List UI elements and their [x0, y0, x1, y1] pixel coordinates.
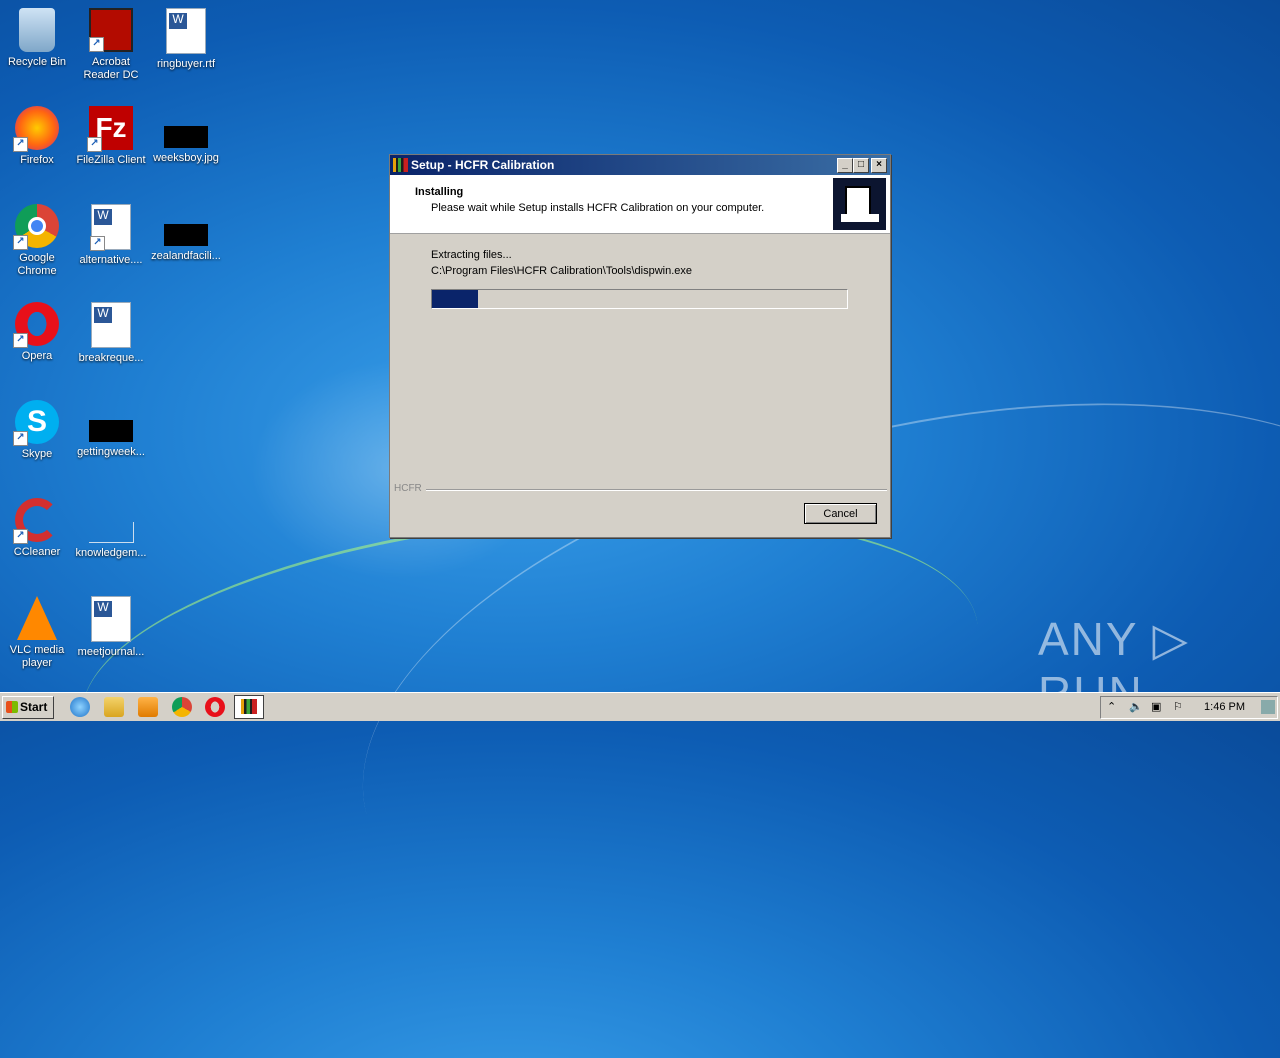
desktop-icon-ccleaner[interactable]: ↗ CCleaner — [0, 498, 74, 559]
status-text: Extracting files... — [431, 249, 512, 261]
desktop-icon-acrobat[interactable]: ↗ Acrobat Reader DC — [74, 8, 148, 82]
desktop-icon-gettingweek[interactable]: gettingweek... — [74, 400, 148, 459]
acrobat-icon: ↗ — [89, 8, 133, 52]
desktop-icon-vlc[interactable]: VLC media player — [0, 596, 74, 670]
network-icon[interactable]: ▣ — [1151, 700, 1161, 713]
dialog-title: Setup - HCFR Calibration — [411, 158, 555, 172]
show-desktop-icon[interactable] — [1261, 700, 1275, 714]
recycle-bin-icon — [19, 8, 55, 52]
skype-icon: S ↗ — [13, 400, 59, 446]
desktop-icon-filezilla[interactable]: Fz ↗ FileZilla Client — [74, 106, 148, 167]
installer-computer-icon — [833, 178, 886, 230]
desktop-icon-ringbuyer[interactable]: W ringbuyer.rtf — [149, 8, 223, 71]
word-doc-icon: W — [91, 596, 131, 642]
windows-logo-icon — [6, 701, 18, 713]
opera-icon: ↗ — [13, 302, 59, 348]
image-file-icon — [164, 224, 208, 246]
opera-taskbar-icon[interactable] — [205, 697, 225, 717]
system-tray: ⌃ 🔈 ▣ ⚐ 1:46 PM — [1100, 696, 1278, 719]
desktop-icon-opera[interactable]: ↗ Opera — [0, 302, 74, 363]
media-player-icon[interactable] — [138, 697, 158, 717]
desktop-icon-weeksboy[interactable]: weeksboy.jpg — [149, 106, 223, 165]
desktop-icon-alternative[interactable]: W ↗ alternative.... — [74, 204, 148, 267]
desktop-icon-firefox[interactable]: ↗ Firefox — [0, 106, 74, 167]
minimize-button[interactable]: _ — [837, 158, 853, 173]
desktop-icon-skype[interactable]: S ↗ Skype — [0, 400, 74, 461]
taskbar: Start ⌃ 🔈 ▣ ⚐ 1:46 PM — [0, 692, 1280, 721]
word-doc-icon: W — [166, 8, 206, 54]
hcfr-app-icon — [393, 158, 408, 172]
explorer-icon[interactable] — [104, 697, 124, 717]
start-button[interactable]: Start — [2, 696, 54, 719]
chrome-taskbar-icon[interactable] — [172, 697, 192, 717]
dialog-heading: Installing — [415, 186, 464, 198]
internet-explorer-icon[interactable] — [70, 697, 90, 717]
desktop-icon-chrome[interactable]: ↗ Google Chrome — [0, 204, 74, 278]
dialog-subheading: Please wait while Setup installs HCFR Ca… — [431, 202, 765, 214]
file-icon — [88, 522, 134, 543]
filezilla-icon: Fz ↗ — [87, 106, 133, 152]
desktop-icon-recycle-bin[interactable]: Recycle Bin — [0, 8, 74, 69]
dialog-header: Installing Please wait while Setup insta… — [390, 175, 890, 234]
brand-label: HCFR — [394, 483, 422, 494]
close-button[interactable]: × — [871, 158, 887, 173]
image-file-icon — [89, 420, 133, 442]
word-doc-icon: W ↗ — [90, 204, 131, 251]
desktop-icon-zealandfacili[interactable]: zealandfacili... — [149, 204, 223, 263]
hcfr-taskbar-button[interactable] — [234, 695, 264, 719]
start-label: Start — [20, 700, 48, 714]
desktop-icon-meetjournal[interactable]: W meetjournal... — [74, 596, 148, 659]
separator — [426, 489, 887, 491]
cancel-button[interactable]: Cancel — [804, 503, 877, 524]
ccleaner-icon: ↗ — [13, 498, 59, 544]
hcfr-icon — [241, 699, 257, 714]
clock[interactable]: 1:46 PM — [1204, 701, 1245, 713]
maximize-button[interactable]: □ — [853, 158, 869, 173]
firefox-icon: ↗ — [13, 106, 59, 152]
chrome-icon: ↗ — [13, 204, 59, 250]
action-center-flag-icon[interactable]: ⚐ — [1173, 700, 1183, 713]
show-hidden-icons-icon[interactable]: ⌃ — [1107, 700, 1116, 713]
install-progress-bar — [431, 289, 848, 309]
word-doc-icon: W — [91, 302, 131, 348]
setup-dialog: Setup - HCFR Calibration _ □ × Installin… — [389, 154, 891, 538]
desktop-icon-knowledgem[interactable]: knowledgem... — [74, 498, 148, 560]
image-file-icon — [164, 126, 208, 148]
dialog-titlebar[interactable]: Setup - HCFR Calibration _ □ × — [390, 155, 890, 175]
desktop-icon-breakreque[interactable]: W breakreque... — [74, 302, 148, 365]
vlc-icon — [17, 596, 57, 640]
progress-fill — [432, 290, 478, 308]
file-path-text: C:\Program Files\HCFR Calibration\Tools\… — [431, 265, 693, 277]
volume-icon[interactable]: 🔈 — [1129, 700, 1143, 713]
